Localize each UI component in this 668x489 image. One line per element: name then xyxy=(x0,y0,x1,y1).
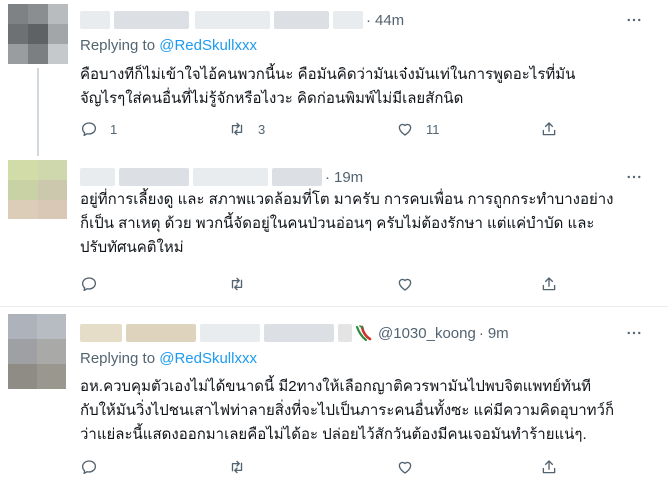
author-name-redacted xyxy=(80,11,110,29)
like-icon xyxy=(398,278,412,291)
reply-icon xyxy=(81,277,97,292)
like-button[interactable] xyxy=(396,457,414,477)
tweet-header: · 44m xyxy=(80,10,404,30)
replying-to: Replying to @RedSkullxxx xyxy=(80,350,257,367)
avatar[interactable] xyxy=(8,4,68,64)
tweet-1[interactable]: · 44m Replying to @RedSkullxxx คือบางทีก… xyxy=(0,0,668,156)
share-icon xyxy=(542,277,556,291)
like-button[interactable] xyxy=(396,274,414,294)
tweet-2[interactable]: · 19m อยู่ที่การเลี้ยงดู และ สภาพแวดล้อม… xyxy=(0,150,668,296)
avatar[interactable] xyxy=(8,314,66,389)
separator-dot: · xyxy=(325,168,330,186)
tweet-actions xyxy=(80,457,560,477)
more-icon[interactable] xyxy=(620,167,648,187)
tweet-header: · 19m xyxy=(80,167,363,187)
tweet-actions: 1 3 11 xyxy=(80,119,560,139)
tweet-text-line: จัญไรๆใส่คนอื่นที่ไม่รู้จักหรือไงวะ คิดก… xyxy=(80,90,464,107)
avatar[interactable] xyxy=(8,160,67,219)
author-name-redacted xyxy=(80,168,115,186)
retweet-icon xyxy=(231,122,243,136)
tweet-actions xyxy=(80,274,560,294)
separator-dot: · xyxy=(478,324,484,342)
reply-count: 1 xyxy=(110,121,118,137)
more-icon[interactable] xyxy=(620,323,648,343)
replying-to: Replying to @RedSkullxxx xyxy=(80,37,257,54)
author-name-redacted xyxy=(264,324,334,342)
replying-to-label: Replying to xyxy=(80,350,156,367)
retweet-count: 3 xyxy=(258,121,266,137)
tweet-text-line: อยู่ที่การเลี้ยงดู และ สภาพแวดล้อมที่โต … xyxy=(80,191,614,208)
share-button[interactable] xyxy=(540,119,558,139)
share-icon xyxy=(542,460,556,474)
tweet-time[interactable]: 9m xyxy=(488,325,509,342)
share-icon xyxy=(542,122,556,136)
reply-icon xyxy=(81,122,97,137)
like-icon xyxy=(398,461,412,474)
tweet-text: คือบางทีก็ไม่เข้าใจไอ้คนพวกนี้นะ คือมันค… xyxy=(80,63,650,111)
share-button[interactable] xyxy=(540,457,558,477)
author-name-redacted xyxy=(119,168,189,186)
tweet-text: อห.ควบคุมตัวเองไม่ได้ขนาดนี้ มี2ทางให้เล… xyxy=(80,375,650,447)
author-handle[interactable]: @1030_koong xyxy=(378,325,476,342)
thread-line xyxy=(37,68,39,156)
reply-mention-link[interactable]: @RedSkullxxx xyxy=(159,37,257,54)
chili-emoji-icon xyxy=(355,325,372,342)
reply-button[interactable]: 1 xyxy=(80,119,117,139)
separator-dot: · xyxy=(366,11,371,29)
tweet-text-line: ก็เป็น สาเหตุ ด้วย พวกนี้จัดอยู่ในคนป่วน… xyxy=(80,215,595,232)
retweet-button[interactable] xyxy=(228,457,246,477)
retweet-icon xyxy=(231,277,243,291)
author-name-redacted xyxy=(200,324,260,342)
tweet-time[interactable]: 19m xyxy=(334,169,363,186)
retweet-button[interactable] xyxy=(228,274,246,294)
author-handle-redacted xyxy=(333,11,363,29)
author-handle-redacted xyxy=(195,11,270,29)
tweet-text-line: อห.ควบคุมตัวเองไม่ได้ขนาดนี้ มี2ทางให้เล… xyxy=(80,378,592,395)
tweet-text: อยู่ที่การเลี้ยงดู และ สภาพแวดล้อมที่โต … xyxy=(80,188,650,260)
tweet-3[interactable]: @1030_koong · 9m Replying to @RedSkullxx… xyxy=(0,307,668,489)
tweet-text-line: ว่าแย่ละนี้แสดงออกมาเลยคือไม่ได้อะ ปล่อย… xyxy=(80,426,587,443)
more-icon[interactable] xyxy=(620,10,648,30)
tweet-text-line: ปรับทัศนคติใหม่ xyxy=(80,239,184,256)
tweet-time[interactable]: 44m xyxy=(375,12,404,29)
reply-icon xyxy=(81,460,97,475)
author-name-redacted xyxy=(80,324,122,342)
author-name-redacted xyxy=(338,324,352,342)
like-count: 11 xyxy=(426,121,440,137)
author-name-redacted xyxy=(114,11,189,29)
like-icon xyxy=(398,123,412,136)
author-handle-redacted xyxy=(274,11,329,29)
reply-button[interactable] xyxy=(80,457,98,477)
replying-to-label: Replying to xyxy=(80,37,156,54)
like-button[interactable]: 11 xyxy=(396,119,440,139)
share-button[interactable] xyxy=(540,274,558,294)
author-handle-redacted xyxy=(272,168,322,186)
reply-button[interactable] xyxy=(80,274,98,294)
reply-mention-link[interactable]: @RedSkullxxx xyxy=(159,350,257,367)
retweet-button[interactable]: 3 xyxy=(228,119,265,139)
author-handle-redacted xyxy=(193,168,268,186)
retweet-icon xyxy=(231,460,243,474)
tweet-header: @1030_koong · 9m xyxy=(80,323,509,343)
author-name-redacted xyxy=(126,324,196,342)
tweet-text-line: กับให้มันวิ่งไปชนเสาไฟท่าลายสิ่งที่จะไปเ… xyxy=(80,402,615,419)
tweet-text-line: คือบางทีก็ไม่เข้าใจไอ้คนพวกนี้นะ คือมันค… xyxy=(80,66,576,83)
